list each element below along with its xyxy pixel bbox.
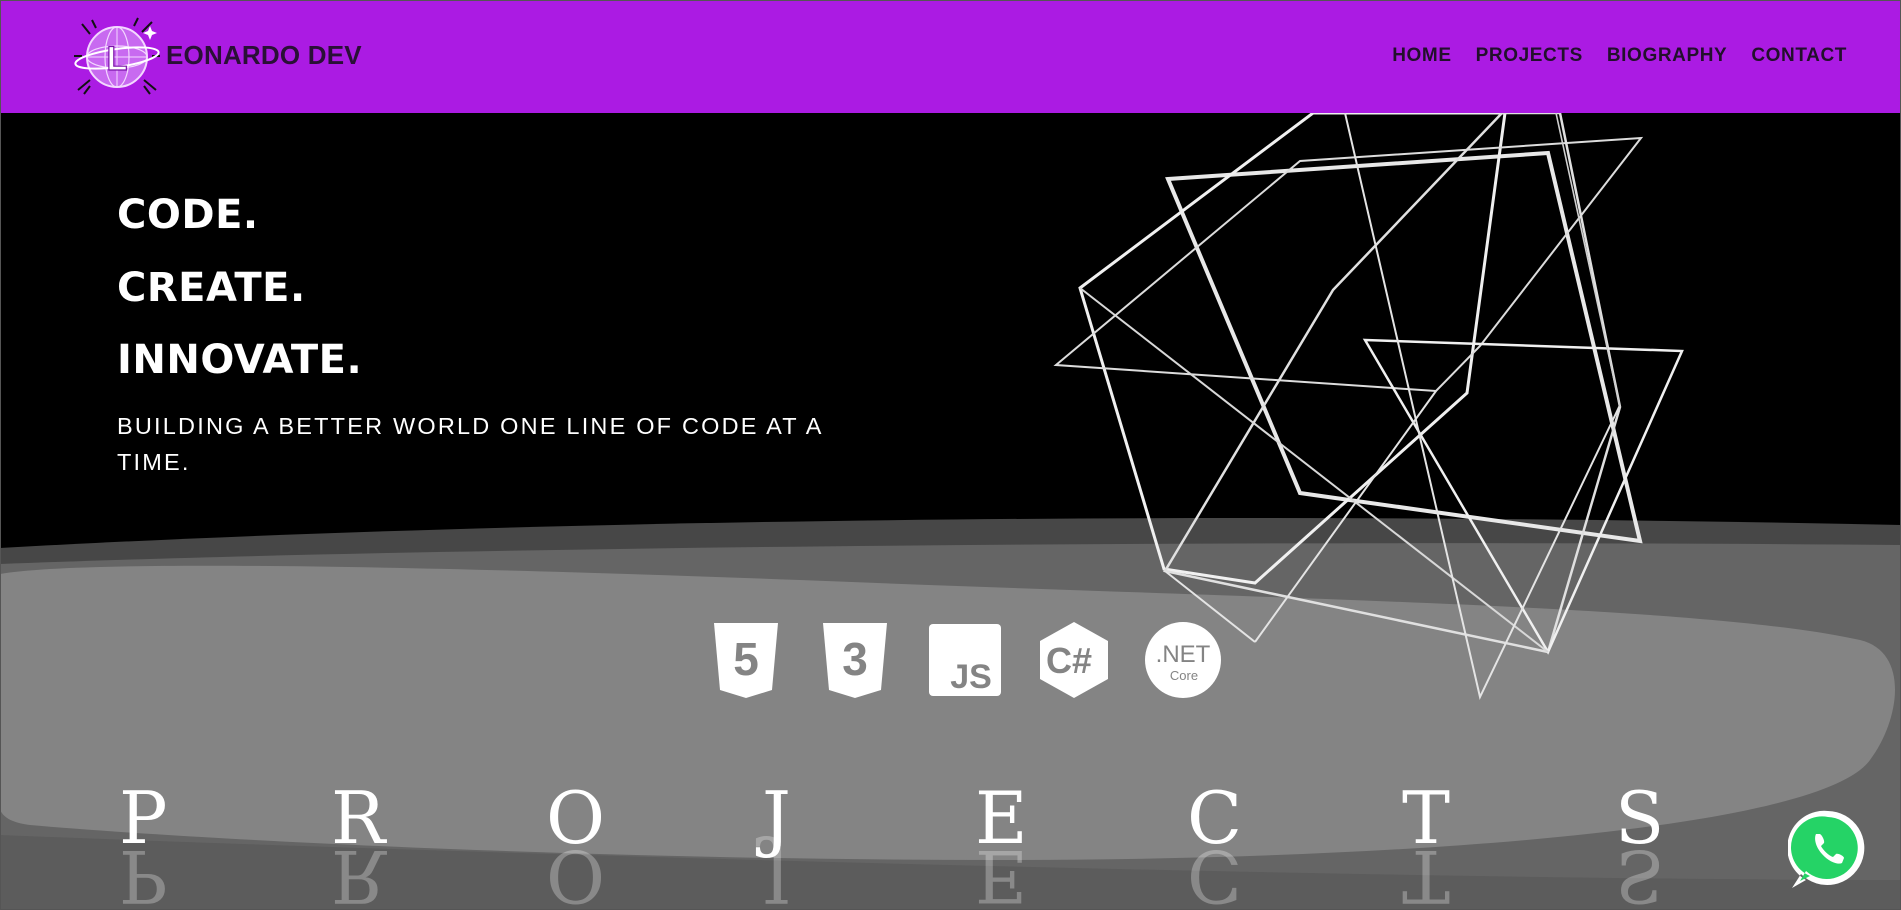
nav-home[interactable]: HOME (1392, 45, 1451, 67)
csharp-icon: C# (1040, 622, 1108, 698)
whatsapp-icon[interactable] (1788, 808, 1868, 890)
css3-icon: 3 (823, 623, 887, 698)
main-nav: HOME PROJECTS BIOGRAPHY CONTACT (1392, 45, 1847, 67)
nav-projects[interactable]: PROJECTS (1476, 45, 1583, 67)
projects-heading-reflection: P R O J E C T S (0, 836, 1901, 910)
logo-letter: L (107, 40, 128, 78)
html5-label: 5 (733, 633, 759, 685)
top-navbar: L EONARDO DEV HOME PROJECTS BIOGRAPHY CO… (0, 0, 1901, 113)
javascript-label: JS (950, 658, 992, 696)
site-logo[interactable]: L (72, 16, 162, 98)
projects-reflection-letter: P (119, 836, 168, 910)
projects-reflection-letter: E (975, 836, 1028, 910)
projects-reflection-letter: O (546, 836, 606, 910)
html5-icon: 5 (714, 623, 778, 698)
dotnet-label: .NET (1156, 641, 1211, 668)
brand-name[interactable]: EONARDO DEV (166, 40, 362, 71)
css3-label: 3 (842, 633, 868, 685)
csharp-label: C# (1046, 640, 1092, 681)
dotnet-core-icon: .NET Core (1145, 622, 1221, 698)
projects-reflection-letter: C (1187, 836, 1243, 910)
projects-reflection-letter: R (331, 836, 386, 910)
nav-contact[interactable]: CONTACT (1751, 45, 1847, 67)
wireframe-cube-graphic (1053, 111, 1684, 701)
dotnet-core-label: Core (1170, 668, 1198, 683)
projects-reflection-letter: S (1615, 836, 1665, 910)
logo-globe-icon: L (74, 17, 160, 95)
nav-biography[interactable]: BIOGRAPHY (1607, 45, 1727, 67)
javascript-icon: JS (929, 624, 1001, 696)
projects-reflection-letter: T (1402, 836, 1451, 910)
projects-reflection-letter: J (762, 836, 791, 910)
